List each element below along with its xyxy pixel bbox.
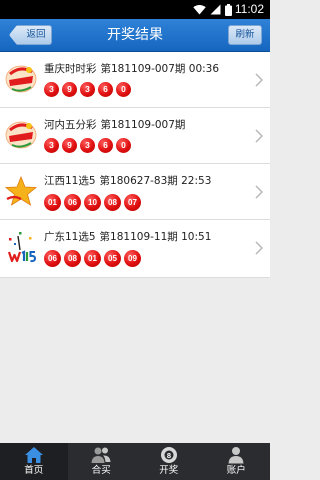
lottery-name: 河内五分彩 bbox=[44, 119, 97, 131]
number-ball: 07 bbox=[124, 194, 141, 211]
number-ball: 9 bbox=[62, 138, 77, 153]
lottery-name: 重庆时时彩 bbox=[44, 63, 97, 75]
chevron-right-icon bbox=[255, 241, 264, 255]
number-ball: 08 bbox=[104, 194, 121, 211]
gd115-logo bbox=[7, 232, 37, 263]
lottery-name: 广东11选5 bbox=[44, 231, 96, 243]
lottery-issue: 第180627-83期 bbox=[99, 175, 178, 187]
lottery-issue: 第181109-007期 bbox=[100, 119, 186, 131]
tab-home[interactable]: 首页 bbox=[0, 443, 68, 480]
number-ball: 01 bbox=[44, 194, 61, 211]
chevron-right-icon bbox=[255, 129, 264, 143]
bottom-tab-bar: 首页 合买 8 开奖 账户 bbox=[0, 443, 270, 480]
status-time: 11:02 bbox=[234, 2, 264, 16]
number-ball: 01 bbox=[84, 250, 101, 267]
group-buy-icon bbox=[91, 447, 111, 463]
draw-numbers: 3 9 3 6 0 bbox=[44, 82, 131, 97]
ssc-logo bbox=[5, 65, 37, 93]
tab-account[interactable]: 账户 bbox=[203, 443, 271, 480]
draw-numbers: 3 9 3 6 0 bbox=[44, 138, 131, 153]
draw-time: 10:51 bbox=[181, 231, 212, 243]
number-ball: 3 bbox=[80, 138, 95, 153]
chevron-right-icon bbox=[255, 185, 264, 199]
lottery-title: 广东11选5 第181109-11期 10:51 bbox=[44, 230, 211, 244]
nav-bar: 返回 开奖结果 刷新 bbox=[0, 19, 270, 52]
result-row[interactable]: 江西11选5 第180627-83期 22:53 01 06 10 08 07 bbox=[0, 164, 270, 220]
number-ball: 06 bbox=[44, 250, 61, 267]
battery-icon bbox=[225, 3, 232, 16]
wifi-icon bbox=[193, 4, 206, 15]
home-icon bbox=[24, 447, 43, 463]
number-ball: 9 bbox=[62, 82, 77, 97]
signal-icon bbox=[210, 4, 221, 15]
number-ball: 05 bbox=[104, 250, 121, 267]
number-ball: 6 bbox=[98, 138, 113, 153]
tab-label: 账户 bbox=[226, 465, 246, 476]
tab-label: 首页 bbox=[24, 465, 44, 476]
result-row[interactable]: 河内五分彩 第181109-007期 3 9 3 6 0 bbox=[0, 108, 270, 164]
lottery-issue: 第181109-007期 bbox=[100, 63, 186, 75]
back-button[interactable]: 返回 bbox=[9, 25, 52, 45]
status-bar: 11:02 bbox=[0, 0, 270, 19]
number-ball: 09 bbox=[124, 250, 141, 267]
tab-label: 开奖 bbox=[159, 465, 179, 476]
result-list: 重庆时时彩 第181109-007期 00:36 3 9 3 6 0 河内五分彩第… bbox=[0, 52, 270, 278]
lottery-title: 河内五分彩 第181109-007期 bbox=[44, 118, 185, 132]
number-ball: 08 bbox=[64, 250, 81, 267]
draw-numbers: 06 08 01 05 09 bbox=[44, 250, 141, 267]
number-ball: 06 bbox=[64, 194, 81, 211]
number-ball: 3 bbox=[44, 138, 59, 153]
page-title: 开奖结果 bbox=[107, 27, 163, 43]
status-icons bbox=[193, 3, 232, 16]
tab-group-buy[interactable]: 合买 bbox=[68, 443, 136, 480]
lottery-title: 重庆时时彩 第181109-007期 00:36 bbox=[44, 62, 219, 76]
number-ball: 0 bbox=[116, 82, 131, 97]
number-ball: 10 bbox=[84, 194, 101, 211]
result-row[interactable]: 重庆时时彩 第181109-007期 00:36 3 9 3 6 0 bbox=[0, 52, 270, 108]
ssc-logo bbox=[5, 121, 37, 149]
svg-text:8: 8 bbox=[167, 451, 171, 460]
number-ball: 0 bbox=[116, 138, 131, 153]
lottery-issue: 第181109-11期 bbox=[99, 231, 178, 243]
star-logo bbox=[4, 175, 38, 206]
chevron-right-icon bbox=[255, 73, 264, 87]
tab-label: 合买 bbox=[91, 465, 111, 476]
result-row[interactable]: 广东11选5 第181109-11期 10:51 06 08 01 05 09 bbox=[0, 220, 270, 278]
draw-time: 00:36 bbox=[188, 63, 220, 75]
draw-numbers: 01 06 10 08 07 bbox=[44, 194, 141, 211]
lottery-ball-icon: 8 bbox=[160, 447, 177, 463]
number-ball: 6 bbox=[98, 82, 113, 97]
number-ball: 3 bbox=[44, 82, 59, 97]
number-ball: 3 bbox=[80, 82, 95, 97]
lottery-name: 江西11选5 bbox=[44, 175, 96, 187]
account-icon bbox=[228, 447, 244, 464]
lottery-title: 江西11选5 第180627-83期 22:53 bbox=[44, 174, 211, 188]
refresh-button[interactable]: 刷新 bbox=[228, 25, 262, 45]
draw-time: 22:53 bbox=[181, 175, 212, 187]
tab-lottery[interactable]: 8 开奖 bbox=[135, 443, 203, 480]
